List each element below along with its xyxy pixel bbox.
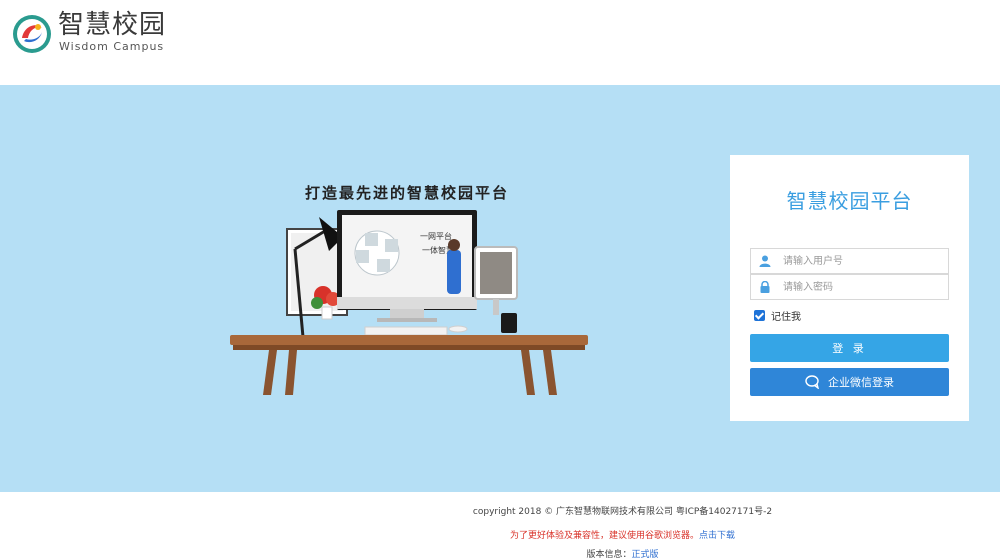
wechat-login-button[interactable]: 企业微信登录 bbox=[750, 368, 949, 396]
version-label: 版本信息： bbox=[586, 550, 632, 560]
download-link[interactable]: 点击下载 bbox=[699, 531, 735, 541]
wechat-icon bbox=[805, 375, 819, 389]
username-field bbox=[750, 248, 949, 274]
remember-checkbox[interactable] bbox=[754, 309, 765, 321]
monitor-pentagon-graphic bbox=[354, 230, 400, 276]
password-input[interactable] bbox=[783, 278, 943, 296]
wechat-login-label: 企业微信登录 bbox=[828, 376, 894, 389]
desk-scene-illustration: 一网平台 一体智慧 bbox=[230, 210, 588, 395]
remember-me[interactable]: 记住我 bbox=[754, 308, 801, 323]
browser-notice-text: 为了更好体验及兼容性，建议使用谷歌浏览器。 bbox=[509, 531, 699, 541]
login-button[interactable]: 登 录 bbox=[750, 334, 949, 362]
browser-notice: 为了更好体验及兼容性，建议使用谷歌浏览器。点击下载 bbox=[0, 528, 1000, 541]
password-field bbox=[750, 274, 949, 300]
login-title: 智慧校园平台 bbox=[786, 189, 913, 213]
copyright-text: copyright 2018 © 广东智慧物联网技术有限公司 粤ICP备1402… bbox=[472, 507, 773, 517]
banner: 打造最先进的智慧校园平台 一网平台 一体智慧 智慧校园平台 请输入用户号 记住我… bbox=[0, 85, 1000, 492]
version-info: 版本信息：正式版 bbox=[0, 547, 1000, 560]
header: 智慧校园 Wisdom Campus bbox=[0, 0, 1000, 85]
remember-label: 记住我 bbox=[771, 311, 801, 323]
login-card: 智慧校园平台 记住我 登 录 企业微信登录 bbox=[730, 155, 969, 421]
footer: copyright 2018 © 广东智慧物联网技术有限公司 粤ICP备1402… bbox=[0, 492, 1000, 560]
monitor-text-1: 一网平台 bbox=[420, 231, 452, 241]
campus-logo-icon bbox=[13, 15, 51, 53]
version-link[interactable]: 正式版 bbox=[632, 550, 659, 560]
logo-title: 智慧校园 bbox=[58, 10, 167, 40]
logo-subtitle: Wisdom Campus bbox=[59, 40, 165, 53]
lock-icon bbox=[760, 281, 770, 293]
username-input[interactable] bbox=[783, 252, 943, 270]
user-icon bbox=[759, 255, 771, 267]
